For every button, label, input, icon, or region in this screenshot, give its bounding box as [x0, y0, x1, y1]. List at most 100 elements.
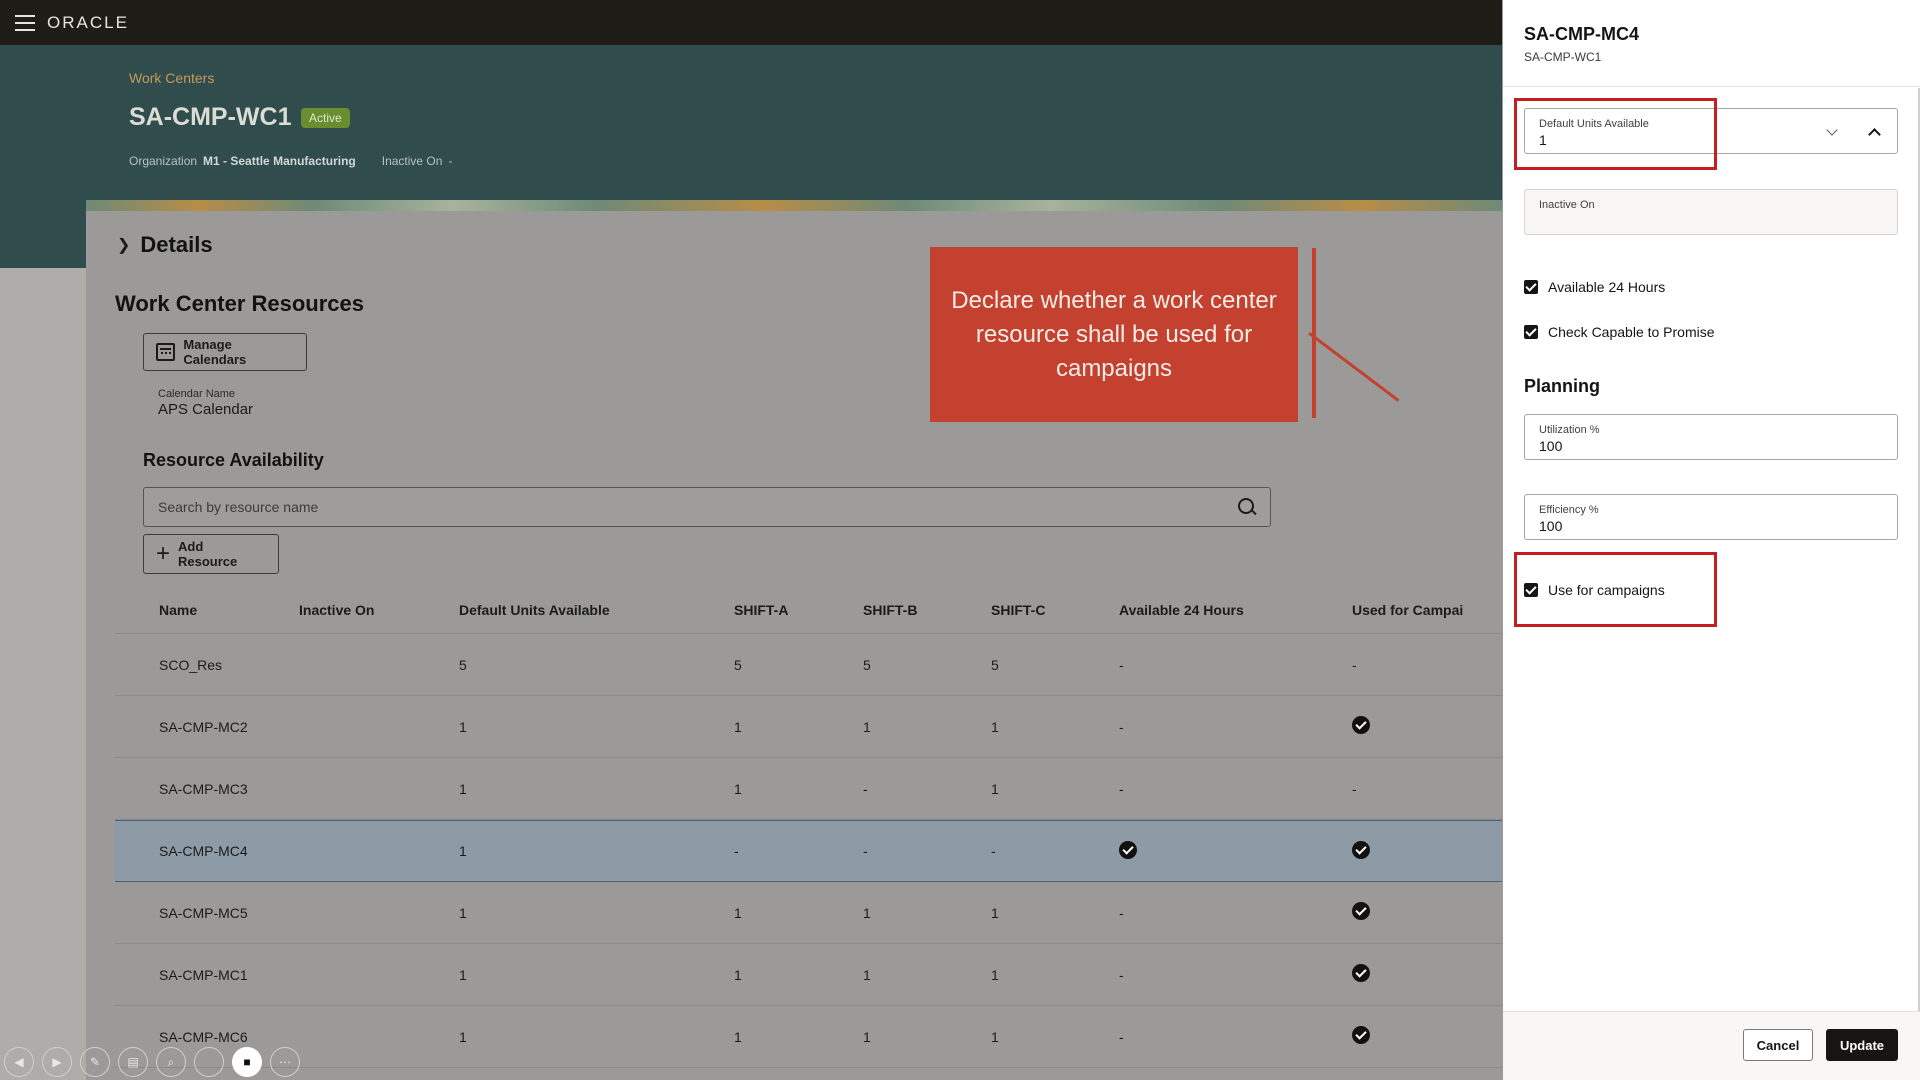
table-cell: 5: [459, 656, 467, 673]
table-cell: [1352, 1026, 1502, 1047]
search-icon[interactable]: [1238, 498, 1256, 516]
cancel-button[interactable]: Cancel: [1743, 1029, 1813, 1061]
table-cell: -: [1119, 780, 1124, 797]
column-header[interactable]: SHIFT-A: [734, 602, 863, 618]
table-cell: SA-CMP-MC1: [159, 966, 248, 983]
table-row[interactable]: SA-CMP-MC2 1 1 1 1 -: [115, 696, 1502, 758]
chevron-right-icon[interactable]: ▶: [42, 1047, 72, 1077]
planning-title: Planning: [1524, 376, 1600, 396]
circle-icon[interactable]: [194, 1047, 224, 1077]
resource-search: [143, 487, 1271, 527]
status-badge: Active: [301, 108, 350, 128]
table-row[interactable]: SA-CMP-MC1 1 1 1 1 -: [115, 944, 1502, 1006]
utilization-value[interactable]: 100: [1539, 438, 1562, 454]
highlight-box: [1514, 98, 1717, 170]
table-cell: 5: [863, 656, 871, 673]
oracle-logo[interactable]: ORACLE: [47, 13, 129, 33]
check-ctp-label: Check Capable to Promise: [1548, 324, 1715, 340]
update-button[interactable]: Update: [1826, 1029, 1898, 1061]
table-cell: 1: [459, 843, 467, 859]
utilization-label: Utilization %: [1539, 424, 1600, 436]
column-header[interactable]: Inactive On: [299, 602, 459, 618]
manage-calendars-button[interactable]: Manage Calendars: [143, 333, 307, 371]
table-cell: -: [1119, 904, 1124, 921]
table-cell: 5: [734, 656, 742, 673]
video-icon[interactable]: ■: [232, 1047, 262, 1077]
efficiency-field[interactable]: Efficiency % 100: [1524, 494, 1898, 540]
breadcrumb-work-centers[interactable]: Work Centers: [129, 70, 214, 86]
zoom-icon[interactable]: ⌕: [156, 1047, 186, 1077]
column-header[interactable]: Available 24 Hours: [1119, 602, 1352, 618]
efficiency-value[interactable]: 100: [1539, 518, 1562, 534]
checkmark-icon: [1119, 840, 1137, 859]
table-cell: SA-CMP-MC5: [159, 904, 248, 921]
chevron-down-icon[interactable]: [1826, 124, 1838, 136]
divider: [1503, 86, 1920, 87]
table-header: Name Inactive On Default Units Available…: [115, 586, 1502, 634]
table-cell: 1: [734, 718, 742, 735]
checkmark-icon: [1352, 1026, 1370, 1044]
table-cell: 1: [991, 718, 999, 735]
table-row[interactable]: SA-CMP-MC5 1 1 1 1 -: [115, 882, 1502, 944]
table-cell: [1352, 716, 1502, 737]
table-row[interactable]: SA-CMP-MC3 1 1 - 1 - -: [115, 758, 1502, 820]
utilization-field[interactable]: Utilization % 100: [1524, 414, 1898, 460]
table-cell: [1119, 840, 1352, 862]
chevron-up-icon[interactable]: [1868, 128, 1881, 141]
manage-calendars-label: Manage Calendars: [183, 337, 247, 367]
table-body: SCO_Res 5 5 5 5 - - SA-CMP-MC2 1 1 1 1 - SA-CMP-MC3 1 1…: [115, 634, 1502, 1068]
check-ctp-checkbox[interactable]: [1524, 325, 1538, 339]
inactive-label: Inactive On: [381, 154, 443, 168]
pen-icon[interactable]: ✎: [80, 1047, 110, 1077]
table-cell: -: [1119, 1028, 1124, 1045]
table-cell: 1: [863, 718, 871, 735]
search-input[interactable]: [158, 499, 1238, 515]
playback-controls: ◀ ▶ ✎ ▤ ⌕ ■ ⋯: [4, 1047, 300, 1077]
available-24-hours-checkbox[interactable]: [1524, 280, 1538, 294]
table-cell: -: [1119, 656, 1124, 673]
table-cell: 1: [459, 718, 467, 735]
column-header[interactable]: SHIFT-C: [991, 602, 1119, 618]
table-row[interactable]: SA-CMP-MC4 1 - - -: [115, 820, 1502, 882]
column-header[interactable]: Name: [115, 602, 299, 618]
available-24-hours-row[interactable]: Available 24 Hours: [1524, 279, 1665, 295]
table-cell: [1352, 902, 1502, 923]
annotation-callout: Declare whether a work center resource s…: [930, 247, 1298, 422]
more-icon[interactable]: ⋯: [270, 1047, 300, 1077]
table-row[interactable]: SA-CMP-MC6 1 1 1 1 -: [115, 1006, 1502, 1068]
resources-table: Name Inactive On Default Units Available…: [115, 586, 1502, 1068]
add-resource-button[interactable]: + Add Resource: [143, 534, 279, 574]
edit-resource-drawer: SA-CMP-MC4 SA-CMP-WC1 Default Units Avai…: [1502, 0, 1920, 1080]
table-cell: 1: [734, 904, 742, 921]
chevron-left-icon[interactable]: ◀: [4, 1047, 34, 1077]
efficiency-label: Efficiency %: [1539, 504, 1599, 516]
table-cell: 1: [459, 966, 467, 983]
column-header[interactable]: SHIFT-B: [863, 602, 991, 618]
table-cell: 1: [991, 966, 999, 983]
checkmark-icon: [1352, 716, 1370, 734]
layout-icon[interactable]: ▤: [118, 1047, 148, 1077]
drawer-footer: Cancel Update: [1503, 1011, 1920, 1080]
plus-icon: +: [156, 540, 171, 567]
table-cell: 1: [459, 904, 467, 921]
page-title: SA-CMP-WC1: [129, 103, 292, 131]
column-header[interactable]: Default Units Available: [459, 602, 734, 618]
table-cell: SCO_Res: [159, 656, 223, 673]
table-cell: 1: [991, 904, 999, 921]
page-background: [0, 268, 86, 1080]
checkmark-icon: [1352, 840, 1370, 859]
table-row[interactable]: SCO_Res 5 5 5 5 - -: [115, 634, 1502, 696]
drawer-subtitle: SA-CMP-WC1: [1524, 50, 1602, 64]
check-ctp-row[interactable]: Check Capable to Promise: [1524, 324, 1715, 340]
details-toggle[interactable]: ❯ Details: [117, 232, 213, 258]
chevron-right-icon: ❯: [117, 237, 131, 254]
top-bar: ORACLE: [0, 0, 1502, 45]
table-cell: 1: [734, 780, 742, 797]
table-cell: 1: [459, 1028, 467, 1045]
column-header[interactable]: Used for Campai: [1352, 602, 1502, 618]
table-cell: 1: [991, 780, 999, 797]
table-cell: -: [863, 780, 868, 797]
hamburger-menu-icon[interactable]: [15, 14, 35, 31]
inactive-on-field[interactable]: Inactive On: [1524, 189, 1898, 235]
table-cell: -: [1119, 718, 1124, 735]
